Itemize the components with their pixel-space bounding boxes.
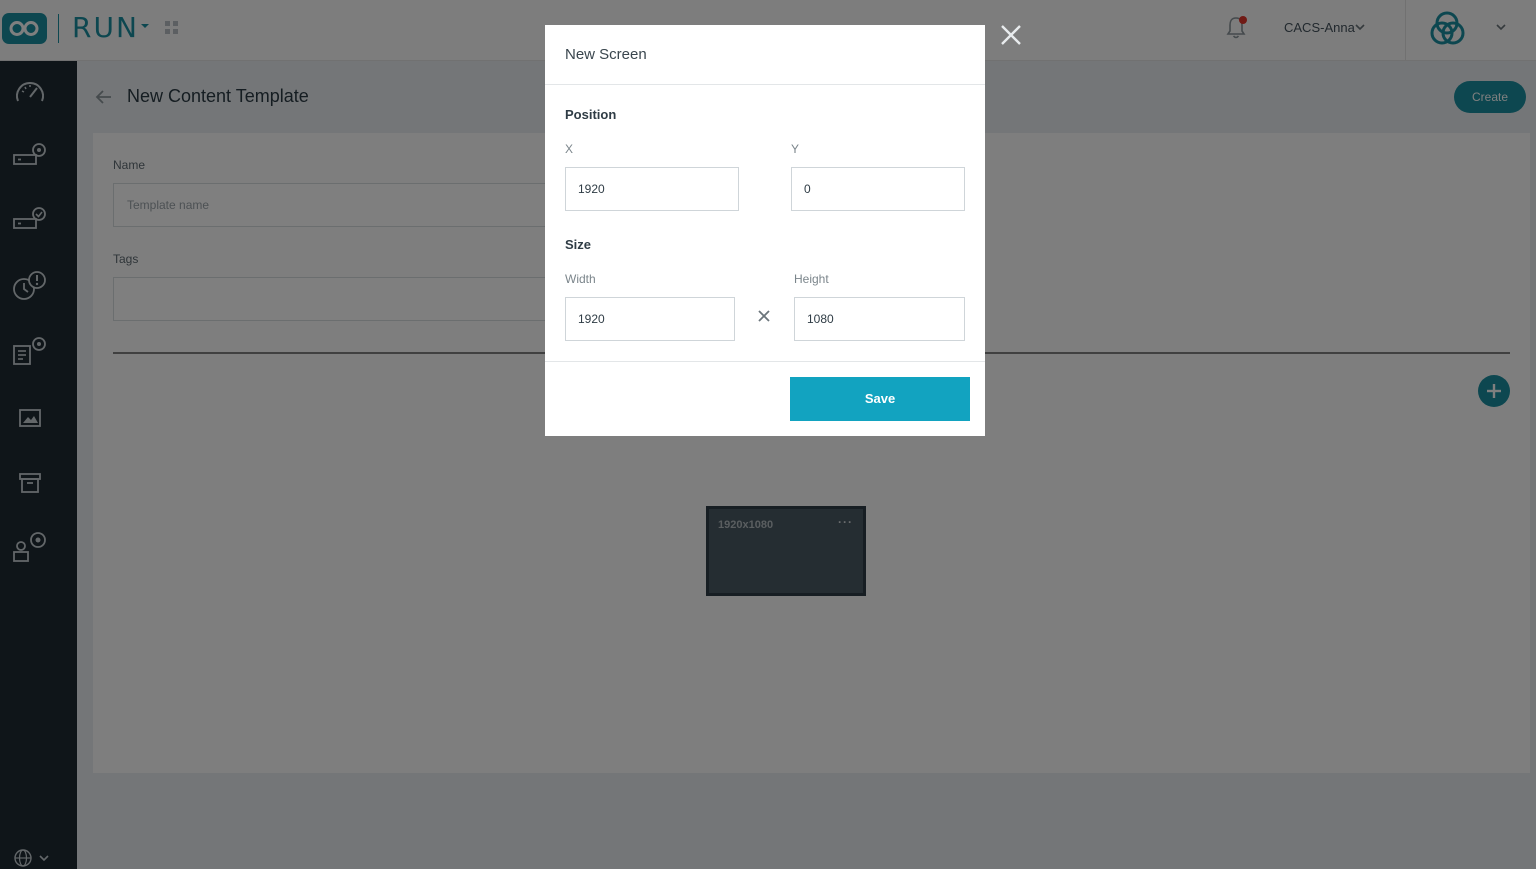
- size-section-title: Size: [565, 237, 592, 252]
- y-input[interactable]: 0: [791, 167, 965, 211]
- height-input[interactable]: 1080: [794, 297, 965, 341]
- dialog-title: New Screen: [565, 46, 647, 63]
- width-input[interactable]: 1920: [565, 297, 735, 341]
- y-label: Y: [791, 142, 800, 156]
- save-button[interactable]: Save: [790, 377, 970, 421]
- height-label: Height: [794, 272, 829, 286]
- dialog-footer-divider: [545, 361, 985, 362]
- x-label: X: [565, 142, 574, 156]
- times-icon: [758, 310, 770, 322]
- dialog-header-divider: [545, 84, 985, 85]
- width-label: Width: [565, 272, 596, 286]
- close-icon[interactable]: [999, 23, 1023, 47]
- x-input[interactable]: 1920: [565, 167, 739, 211]
- position-section-title: Position: [565, 107, 617, 122]
- new-screen-dialog: New Screen Position X 1920 Y 0 Size Widt…: [545, 25, 985, 436]
